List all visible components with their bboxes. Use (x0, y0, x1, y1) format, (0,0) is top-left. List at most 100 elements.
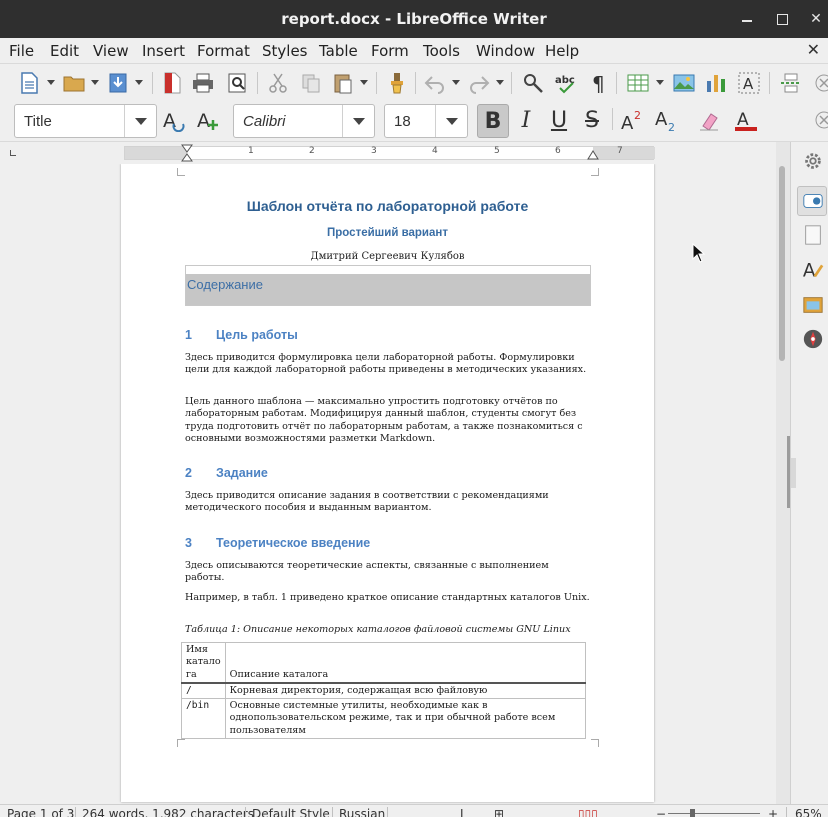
superscript-icon[interactable]: A2 (620, 108, 644, 132)
gallery-icon[interactable] (802, 294, 824, 316)
open-folder-icon[interactable] (62, 71, 86, 95)
left-indent-marker[interactable] (181, 144, 193, 162)
redo-dropdown[interactable] (496, 80, 504, 85)
zoom-level[interactable]: 65% (795, 807, 822, 817)
cut-icon[interactable] (266, 71, 290, 95)
redo-icon[interactable] (467, 71, 491, 95)
menu-view[interactable]: View (93, 42, 129, 60)
clear-formatting-icon[interactable] (697, 108, 721, 132)
italic-button[interactable]: I (510, 104, 542, 138)
insert-text-box-icon[interactable]: A (737, 71, 761, 95)
clone-formatting-icon[interactable] (385, 71, 409, 95)
svg-text:A: A (803, 260, 816, 280)
document-page[interactable]: Шаблон отчёта по лабораторной работе Про… (121, 164, 654, 802)
menu-format[interactable]: Format (197, 42, 250, 60)
vertical-scrollbar[interactable] (776, 142, 791, 804)
zoom-out-icon[interactable]: − (656, 807, 666, 817)
menu-tools[interactable]: Tools (423, 42, 460, 60)
page-icon[interactable] (802, 224, 824, 246)
menu-window[interactable]: Window (476, 42, 535, 60)
mouse-cursor-icon (692, 243, 706, 263)
ruler-label: 4 (432, 146, 438, 156)
right-indent-marker[interactable] (587, 150, 599, 160)
spelling-icon[interactable]: abc (554, 71, 578, 95)
font-size-combo[interactable]: 18 (384, 104, 468, 138)
menu-styles[interactable]: Styles (262, 42, 308, 60)
paste-icon[interactable] (331, 71, 355, 95)
insert-table-icon[interactable] (626, 71, 650, 95)
menu-insert[interactable]: Insert (142, 42, 185, 60)
print-preview-icon[interactable] (225, 71, 249, 95)
insert-image-icon[interactable] (672, 71, 696, 95)
find-replace-icon[interactable] (521, 71, 545, 95)
update-style-icon[interactable]: A (162, 108, 186, 132)
text-language[interactable]: Russian (339, 807, 385, 817)
zoom-in-icon[interactable]: + (768, 807, 778, 817)
insert-mode-icon[interactable]: I (460, 807, 464, 817)
section-heading: 2 Задание (185, 466, 268, 480)
copy-icon[interactable] (299, 71, 323, 95)
menu-form[interactable]: Form (371, 42, 409, 60)
window-title: report.docx - LibreOffice Writer (281, 10, 547, 28)
gear-icon[interactable] (802, 150, 824, 172)
menu-edit[interactable]: Edit (50, 42, 79, 60)
formatting-marks-icon[interactable]: ¶ (588, 71, 612, 95)
table-cell: / (181, 682, 226, 700)
selection-mode-icon[interactable]: ⊞ (494, 807, 504, 817)
scrollbar-thumb[interactable] (779, 166, 785, 361)
view-layout-icon[interactable]: ▯▯▯ (578, 807, 598, 817)
menu-file[interactable]: File (9, 42, 34, 60)
word-count[interactable]: 264 words, 1,982 characters (82, 807, 254, 817)
export-pdf-icon[interactable] (160, 71, 184, 95)
bold-button[interactable]: B (477, 104, 509, 138)
close-document-icon[interactable]: ✕ (807, 40, 820, 59)
chevron-down-icon[interactable] (342, 105, 374, 137)
paste-dropdown[interactable] (360, 80, 368, 85)
font-name-combo[interactable]: Calibri (233, 104, 375, 138)
toolbar-overflow-icon[interactable] (812, 71, 828, 95)
styles-icon[interactable]: A (802, 258, 824, 280)
svg-text:¶: ¶ (592, 72, 605, 95)
insert-chart-icon[interactable] (704, 71, 728, 95)
sidebar-deck: A (790, 142, 828, 804)
navigator-icon[interactable] (802, 328, 824, 350)
new-document-dropdown[interactable] (47, 80, 55, 85)
chevron-down-icon[interactable] (124, 105, 156, 137)
save-dropdown[interactable] (135, 80, 143, 85)
strikethrough-button[interactable]: S (576, 104, 608, 138)
paragraph-style-combo[interactable]: Title (14, 104, 157, 138)
sidebar-collapse-handle[interactable] (791, 458, 796, 488)
svg-text:2: 2 (634, 109, 641, 122)
save-icon[interactable] (106, 71, 130, 95)
zoom-slider[interactable] (668, 813, 760, 814)
underline-button[interactable]: U (543, 104, 575, 138)
minimize-icon[interactable] (736, 8, 758, 30)
undo-dropdown[interactable] (452, 80, 460, 85)
maximize-icon[interactable] (771, 8, 793, 30)
zoom-slider-thumb[interactable] (690, 809, 695, 817)
insert-page-break-icon[interactable] (779, 71, 803, 95)
tab-stop-selector[interactable] (10, 150, 16, 156)
page-style[interactable]: Default Style (252, 807, 330, 817)
horizontal-ruler[interactable]: 1 2 3 4 5 6 7 (124, 144, 655, 162)
close-window-icon[interactable]: ✕ (805, 8, 827, 30)
undo-icon[interactable] (423, 71, 447, 95)
toolbar-overflow-icon[interactable] (812, 108, 828, 132)
menu-help[interactable]: Help (545, 42, 579, 60)
page-count[interactable]: Page 1 of 3 (7, 807, 74, 817)
menu-table[interactable]: Table (319, 42, 358, 60)
new-style-icon[interactable]: A (196, 108, 220, 132)
new-document-icon[interactable] (17, 71, 41, 95)
subscript-icon[interactable]: A2 (654, 108, 678, 132)
ruler-label: 5 (494, 146, 500, 156)
print-icon[interactable] (191, 71, 215, 95)
chevron-down-icon[interactable] (435, 105, 467, 137)
open-dropdown[interactable] (91, 80, 99, 85)
font-color-icon[interactable]: A (734, 108, 758, 132)
properties-icon[interactable] (802, 190, 824, 212)
svg-text:A: A (743, 75, 754, 93)
insert-table-dropdown[interactable] (656, 80, 664, 85)
svg-text:A: A (197, 110, 210, 132)
svg-text:2: 2 (668, 121, 675, 132)
document-area[interactable]: Шаблон отчёта по лабораторной работе Про… (0, 164, 776, 804)
